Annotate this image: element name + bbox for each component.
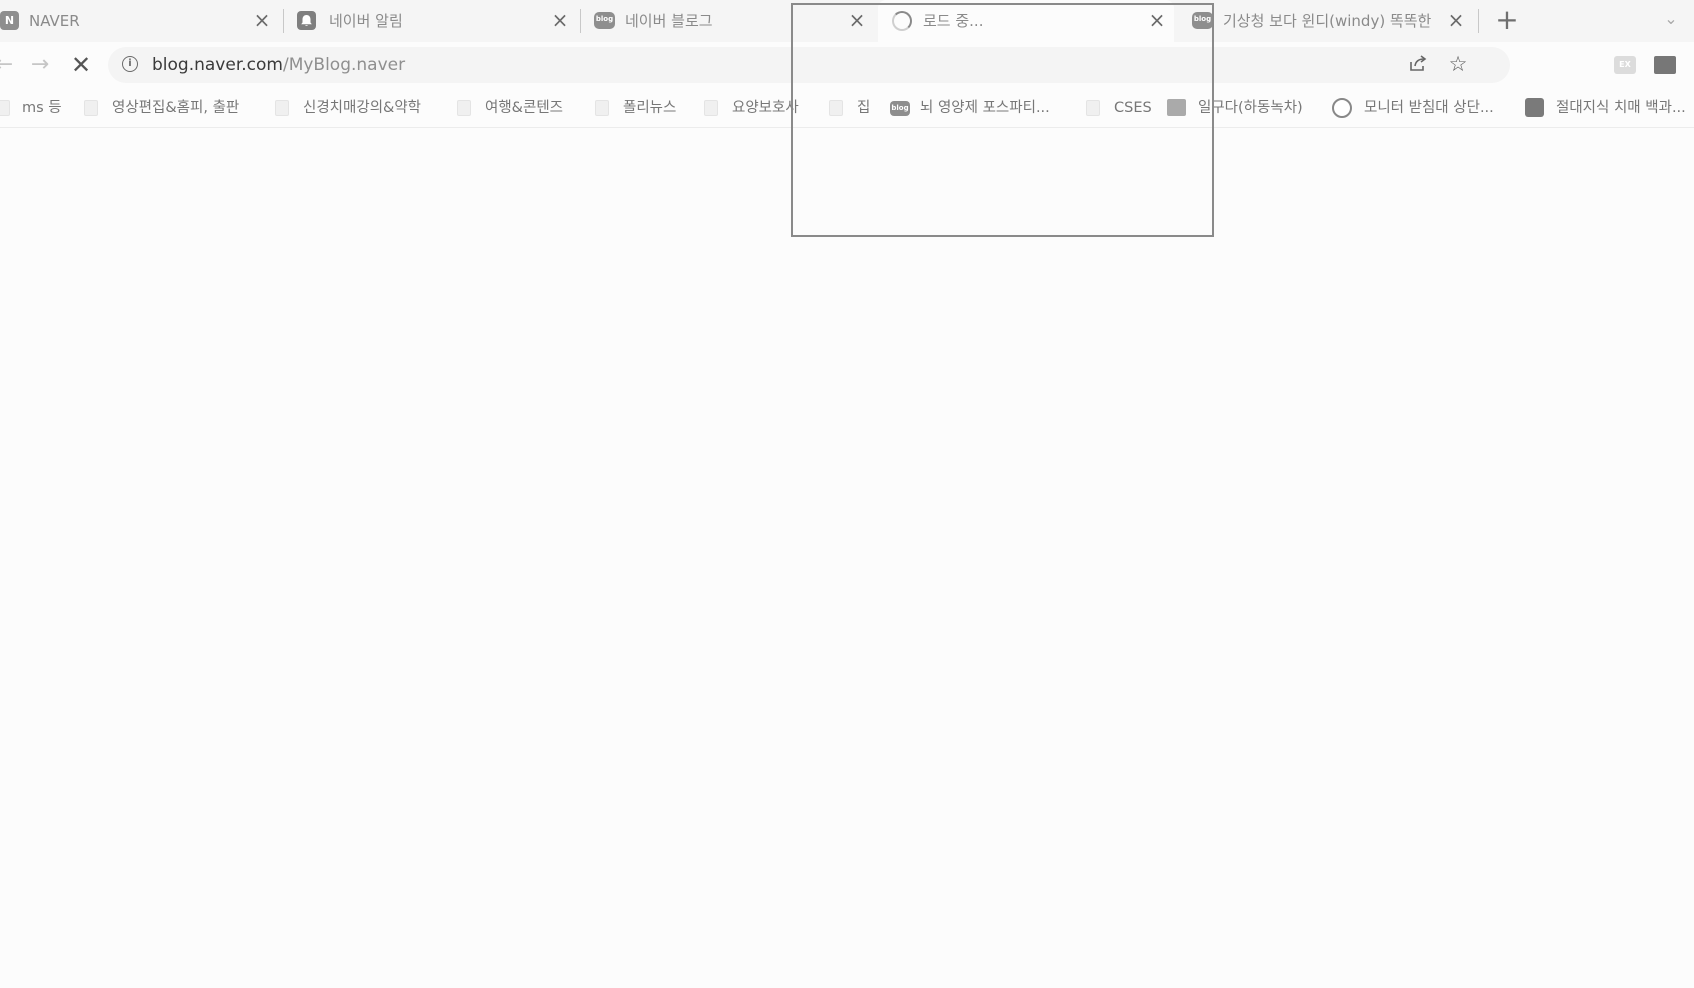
share-icon[interactable]	[1406, 53, 1430, 77]
tab-separator	[580, 9, 581, 33]
bookmark-label: 요양보호사	[732, 100, 799, 116]
folder-icon	[0, 100, 10, 116]
tab-naver-notifications[interactable]: 네이버 알림 ×	[297, 0, 575, 42]
url-text[interactable]: blog.naver.com/MyBlog.naver	[152, 54, 405, 76]
new-tab-button[interactable]: +	[1493, 6, 1521, 34]
tab-search-icon[interactable]: ⌄	[1660, 6, 1682, 32]
tab-separator	[1478, 9, 1479, 33]
tab-close-icon[interactable]: ×	[1445, 9, 1467, 31]
bookmark-label: 절대지식 치매 백과...	[1556, 100, 1686, 116]
bookmark-link[interactable]: 절대지식 치매 백과...	[1525, 96, 1694, 120]
bookmark-folder[interactable]: 폴리뉴스	[595, 96, 695, 120]
bookmark-label: ms 등	[22, 100, 62, 116]
tab-label: NAVER	[29, 12, 80, 30]
url-path: /MyBlog.naver	[282, 55, 406, 75]
folder-icon	[457, 100, 471, 116]
folder-icon	[84, 100, 98, 116]
dark-extension-icon[interactable]	[1654, 56, 1676, 74]
stop-loading-button[interactable]: ✕	[65, 49, 97, 81]
tab-separator	[283, 9, 284, 33]
folder-icon	[595, 100, 609, 116]
tab-close-icon[interactable]: ×	[251, 9, 273, 31]
page-content	[0, 128, 1694, 988]
site-info-icon[interactable]: i	[122, 56, 138, 72]
back-button[interactable]: ←	[0, 49, 20, 81]
forward-button[interactable]: →	[24, 49, 56, 81]
folder-icon	[704, 100, 718, 116]
tab-naver[interactable]: N NAVER ×	[0, 0, 278, 42]
bookmark-label: 영상편집&홈피, 출판	[112, 100, 240, 116]
dark-square-icon	[1525, 98, 1544, 117]
bookmark-folder[interactable]: ms 등	[0, 96, 80, 120]
ex-extension-icon[interactable]: EX	[1614, 56, 1636, 74]
bookmark-folder[interactable]: 여행&콘텐즈	[457, 96, 587, 120]
bookmark-label: 신경치매강의&약학	[303, 100, 422, 116]
bell-icon	[297, 11, 316, 30]
selection-rectangle	[791, 3, 1214, 237]
naver-logo-icon: N	[0, 11, 19, 30]
bookmark-folder[interactable]: 신경치매강의&약학	[275, 96, 445, 120]
bookmark-label: 여행&콘텐즈	[485, 100, 564, 116]
tab-label: 기상청 보다 윈디(windy) 똑똑한	[1223, 12, 1432, 30]
tab-label: 네이버 알림	[329, 12, 403, 30]
folder-icon	[275, 100, 289, 116]
tab-close-icon[interactable]: ×	[549, 9, 571, 31]
url-host: blog.naver.com	[152, 55, 283, 75]
bookmark-star-icon[interactable]: ☆	[1446, 52, 1470, 76]
bookmark-label: 모니터 받침대 상단...	[1364, 100, 1494, 116]
bookmark-link[interactable]: 모니터 받침대 상단...	[1332, 96, 1507, 120]
bookmark-label: 폴리뉴스	[623, 100, 677, 116]
tab-windy-blog[interactable]: blog 기상청 보다 윈디(windy) 똑똑한 ×	[1192, 0, 1470, 42]
bookmark-folder[interactable]: 영상편집&홈피, 출판	[84, 96, 264, 120]
emblem-icon	[1332, 98, 1352, 118]
blog-icon: blog	[594, 12, 615, 29]
